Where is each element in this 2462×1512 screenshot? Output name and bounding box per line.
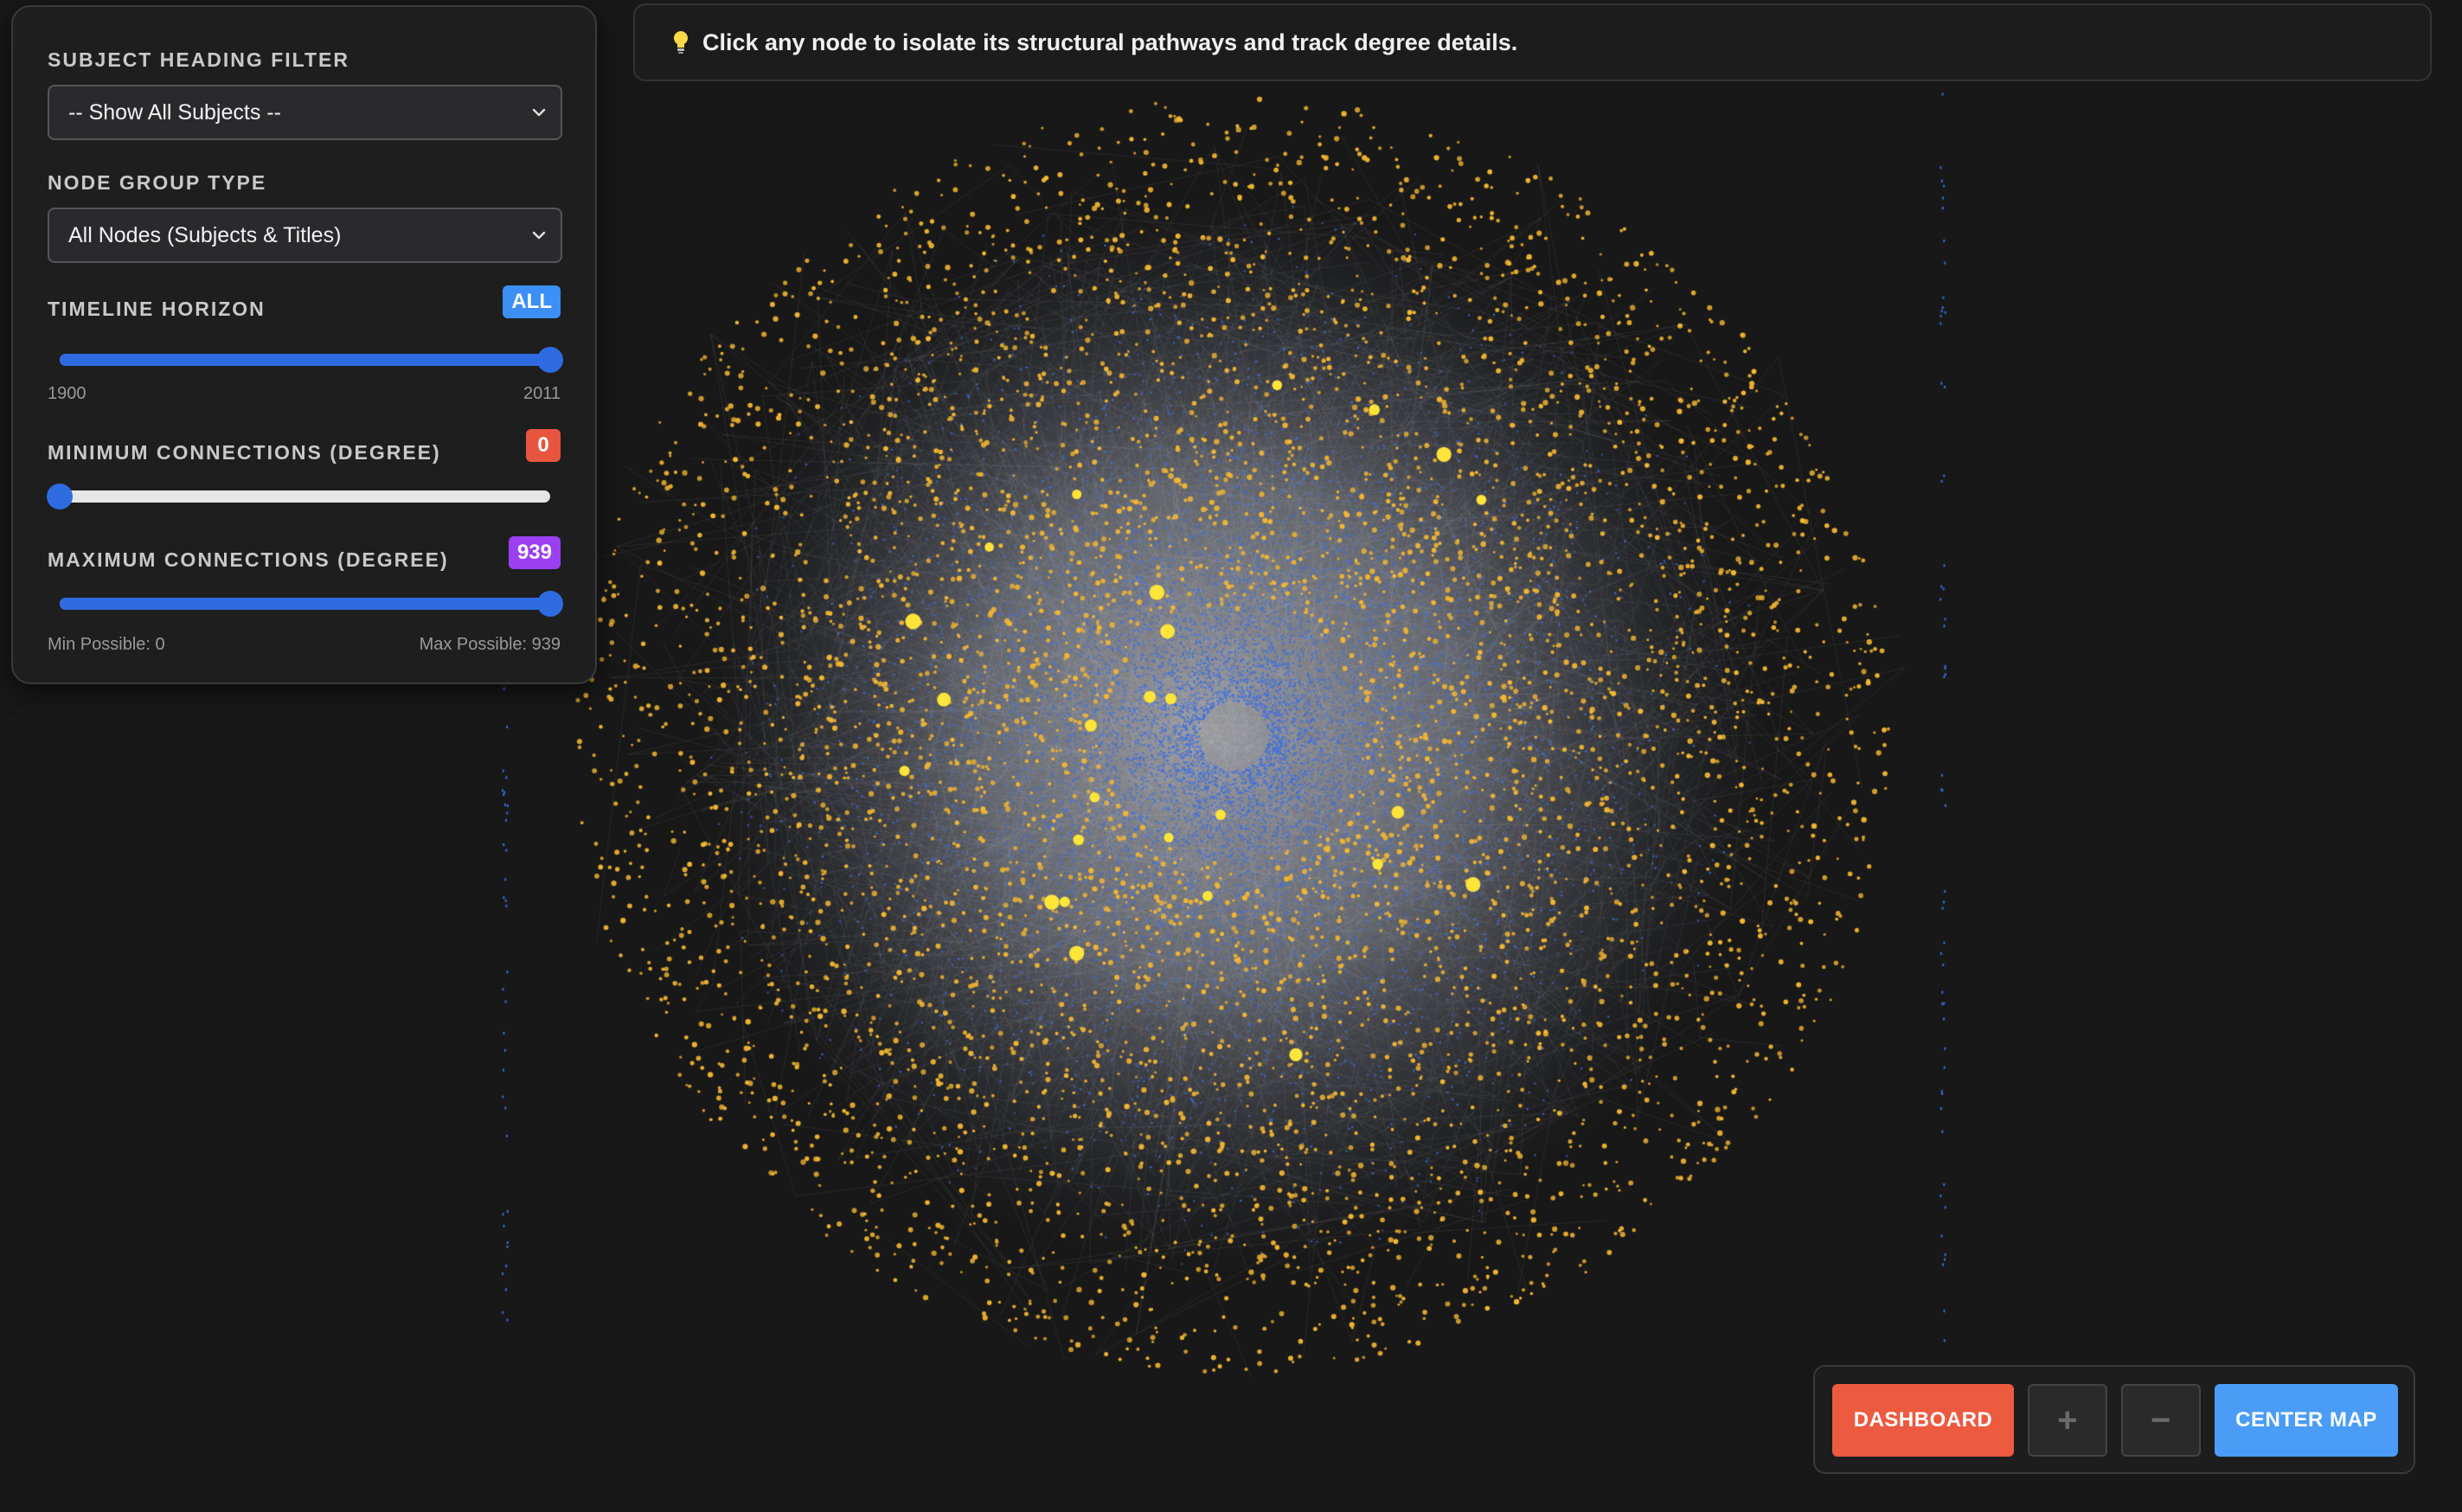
subject-filter-label: SUBJECT HEADING FILTER bbox=[48, 48, 349, 71]
timeline-slider[interactable] bbox=[48, 344, 563, 375]
max-degree-slider-fill bbox=[60, 598, 550, 610]
max-possible-label: Max Possible: 939 bbox=[419, 635, 561, 654]
max-degree-slider-thumb[interactable] bbox=[537, 591, 563, 617]
zoom-in-button[interactable]: + bbox=[2028, 1384, 2107, 1457]
zoom-out-button[interactable]: − bbox=[2121, 1384, 2201, 1457]
chevron-down-icon bbox=[532, 108, 546, 117]
node-group-label: NODE GROUP TYPE bbox=[48, 171, 267, 194]
hint-text: Click any node to isolate its structural… bbox=[702, 29, 1518, 55]
map-control-bar: DASHBOARD + − CENTER MAP bbox=[1813, 1365, 2415, 1474]
filter-control-panel: SUBJECT HEADING FILTER -- Show All Subje… bbox=[11, 5, 597, 684]
min-degree-badge: 0 bbox=[526, 429, 561, 462]
timeline-max-label: 2011 bbox=[523, 384, 561, 403]
timeline-badge: ALL bbox=[503, 285, 561, 318]
chevron-down-icon bbox=[532, 231, 546, 240]
min-degree-label: MINIMUM CONNECTIONS (DEGREE) bbox=[48, 441, 441, 464]
timeline-min-label: 1900 bbox=[48, 384, 87, 403]
timeline-label: TIMELINE HORIZON bbox=[48, 298, 266, 320]
min-degree-slider[interactable] bbox=[47, 481, 562, 512]
node-group-value: All Nodes (Subjects & Titles) bbox=[68, 222, 342, 247]
timeline-slider-fill bbox=[60, 354, 550, 366]
timeline-slider-thumb[interactable] bbox=[537, 347, 563, 373]
min-degree-slider-thumb[interactable] bbox=[47, 484, 73, 509]
max-degree-label: MAXIMUM CONNECTIONS (DEGREE) bbox=[48, 548, 449, 571]
max-degree-slider[interactable] bbox=[48, 588, 563, 619]
node-group-select[interactable]: All Nodes (Subjects & Titles) bbox=[48, 208, 562, 263]
min-possible-label: Min Possible: 0 bbox=[48, 635, 165, 654]
subject-filter-select[interactable]: -- Show All Subjects -- bbox=[48, 85, 562, 140]
lightbulb-icon bbox=[674, 31, 688, 54]
max-degree-badge: 939 bbox=[508, 536, 561, 569]
subject-filter-value: -- Show All Subjects -- bbox=[68, 99, 281, 125]
hint-bar: Click any node to isolate its structural… bbox=[633, 3, 2432, 81]
center-map-button[interactable]: CENTER MAP bbox=[2215, 1384, 2398, 1457]
dashboard-button[interactable]: DASHBOARD bbox=[1832, 1384, 2014, 1457]
